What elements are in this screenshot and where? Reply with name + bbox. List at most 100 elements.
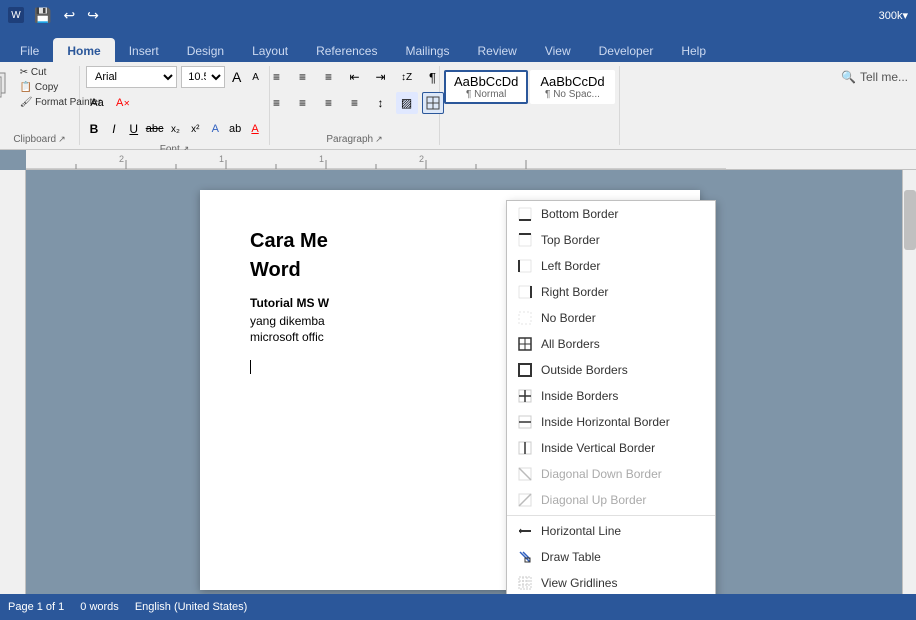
menu-item-left-border[interactable]: Left Border xyxy=(507,253,715,279)
menu-item-inside-borders-label: Inside Borders xyxy=(541,389,618,403)
menu-item-diag-up: Diagonal Up Border xyxy=(507,487,715,513)
tab-review[interactable]: Review xyxy=(463,38,530,62)
tab-references[interactable]: References xyxy=(302,38,391,62)
highlight-button[interactable]: ab xyxy=(227,118,243,140)
menu-item-inside-h-border[interactable]: Inside Horizontal Border xyxy=(507,409,715,435)
clear-format-button[interactable]: A✕ xyxy=(112,92,134,114)
undo-icon[interactable]: ↩ xyxy=(59,5,79,26)
font-family-row: Arial 10.5 A A xyxy=(86,66,263,88)
font-format-row: Aa A✕ xyxy=(86,92,263,114)
font-group: Arial 10.5 A A Aa A✕ B I U abc x₂ x² A xyxy=(80,66,270,145)
menu-item-no-border-label: No Border xyxy=(541,311,596,325)
justify-button[interactable]: ≡ xyxy=(344,92,366,114)
align-left-button[interactable]: ≡ xyxy=(266,92,288,114)
svg-text:1: 1 xyxy=(219,154,224,164)
all-borders-icon xyxy=(517,336,533,352)
bold-button[interactable]: B xyxy=(86,118,102,140)
vertical-ruler xyxy=(0,170,26,594)
tab-design[interactable]: Design xyxy=(173,38,238,62)
font-color-button[interactable]: A xyxy=(247,118,263,140)
style-nospace-preview: AaBbCcDd xyxy=(540,74,604,89)
menu-item-inside-v-border[interactable]: Inside Vertical Border xyxy=(507,435,715,461)
bottom-border-icon xyxy=(517,206,533,222)
italic-button[interactable]: I xyxy=(106,118,122,140)
clipboard-expand-icon[interactable]: ↗ xyxy=(58,134,66,145)
menu-item-left-border-label: Left Border xyxy=(541,259,600,273)
font-family-select[interactable]: Arial xyxy=(86,66,177,88)
redo-icon[interactable]: ↪ xyxy=(83,5,103,26)
left-border-icon xyxy=(517,258,533,274)
document-area: 2 1 1 2 Cara Me Word Tutorial MS W yang … xyxy=(0,150,916,594)
tab-file[interactable]: File xyxy=(6,38,53,62)
tab-help[interactable]: Help xyxy=(667,38,720,62)
sort-button[interactable]: ↕Z xyxy=(396,66,418,88)
tell-me-text: Tell me... xyxy=(860,70,908,84)
outside-borders-icon xyxy=(517,362,533,378)
menu-item-outside-borders-label: Outside Borders xyxy=(541,363,628,377)
ordered-list-button[interactable]: ≡ xyxy=(292,66,314,88)
multilevel-list-button[interactable]: ≡ xyxy=(318,66,340,88)
tell-me-box[interactable]: 🔍 Tell me... xyxy=(833,66,916,88)
strikethrough-button[interactable]: abc xyxy=(146,118,164,140)
decrease-indent-button[interactable]: ⇤ xyxy=(344,66,366,88)
tab-mailings[interactable]: Mailings xyxy=(391,38,463,62)
clipboard-group: ✂ Cut 📋 Copy 🖌 Format Painter Clipboard … xyxy=(0,66,80,145)
align-right-button[interactable]: ≡ xyxy=(318,92,340,114)
menu-item-right-border[interactable]: Right Border xyxy=(507,279,715,305)
menu-item-view-gridlines[interactable]: View Gridlines xyxy=(507,570,715,594)
scroll-thumb[interactable] xyxy=(904,190,916,250)
file-size-label: 300k▾ xyxy=(879,9,908,22)
tab-home[interactable]: Home xyxy=(53,38,114,62)
tab-layout[interactable]: Layout xyxy=(238,38,302,62)
menu-item-h-line[interactable]: Horizontal Line xyxy=(507,518,715,544)
superscript-button[interactable]: x² xyxy=(187,118,203,140)
font-size-select[interactable]: 10.5 xyxy=(181,66,225,88)
paragraph-label: Paragraph ↗ xyxy=(326,134,382,145)
title-bar: W 💾 ↩ ↪ 300k▾ xyxy=(0,0,916,30)
style-normal-preview: AaBbCcDd xyxy=(454,74,518,89)
menu-item-diag-up-label: Diagonal Up Border xyxy=(541,493,646,507)
underline-button[interactable]: U xyxy=(126,118,142,140)
menu-item-top-border[interactable]: Top Border xyxy=(507,227,715,253)
menu-item-outside-borders[interactable]: Outside Borders xyxy=(507,357,715,383)
inside-h-border-icon xyxy=(517,414,533,430)
align-center-button[interactable]: ≡ xyxy=(292,92,314,114)
h-line-icon xyxy=(517,523,533,539)
grow-font-button[interactable]: A xyxy=(229,66,244,88)
tab-view[interactable]: View xyxy=(531,38,585,62)
text-effect-button[interactable]: A xyxy=(207,118,223,140)
status-bar: Page 1 of 1 0 words English (United Stat… xyxy=(0,594,916,620)
subscript-button[interactable]: x₂ xyxy=(167,118,183,140)
paragraph-group: ≡ ≡ ≡ ⇤ ⇥ ↕Z ¶ ≡ ≡ ≡ ≡ ↕ ▨ xyxy=(270,66,440,145)
menu-item-right-border-label: Right Border xyxy=(541,285,608,299)
unordered-list-button[interactable]: ≡ xyxy=(266,66,288,88)
style-normal-label: ¶ Normal xyxy=(454,89,518,100)
change-case-button[interactable]: Aa xyxy=(86,92,108,114)
menu-item-all-borders[interactable]: All Borders xyxy=(507,331,715,357)
paragraph-expand-icon[interactable]: ↗ xyxy=(375,134,383,145)
menu-item-no-border[interactable]: No Border xyxy=(507,305,715,331)
line-spacing-button[interactable]: ↕ xyxy=(370,92,392,114)
increase-indent-button[interactable]: ⇥ xyxy=(370,66,392,88)
menu-item-bottom-border[interactable]: Bottom Border xyxy=(507,201,715,227)
menu-item-inside-borders[interactable]: Inside Borders xyxy=(507,383,715,409)
diag-down-icon xyxy=(517,466,533,482)
style-no-space[interactable]: AaBbCcDd ¶ No Spac... xyxy=(530,70,614,104)
menu-item-h-line-label: Horizontal Line xyxy=(541,524,621,538)
shading-button[interactable]: ▨ xyxy=(396,92,418,114)
tab-developer[interactable]: Developer xyxy=(585,38,668,62)
ribbon: ✂ Cut 📋 Copy 🖌 Format Painter Clipboard … xyxy=(0,62,916,150)
no-border-icon xyxy=(517,310,533,326)
language-indicator: English (United States) xyxy=(135,601,248,613)
menu-item-inside-h-border-label: Inside Horizontal Border xyxy=(541,415,670,429)
svg-text:2: 2 xyxy=(119,154,124,164)
menu-divider-1 xyxy=(507,515,715,516)
save-icon[interactable]: 💾 xyxy=(30,5,55,26)
shrink-font-button[interactable]: A xyxy=(248,66,263,88)
menu-item-draw-table[interactable]: Draw Table xyxy=(507,544,715,570)
menu-item-view-gridlines-label: View Gridlines xyxy=(541,576,617,590)
vertical-scrollbar[interactable] xyxy=(902,170,916,594)
tab-insert[interactable]: Insert xyxy=(115,38,173,62)
paste-button[interactable] xyxy=(0,66,16,106)
style-normal[interactable]: AaBbCcDd ¶ Normal xyxy=(444,70,528,104)
